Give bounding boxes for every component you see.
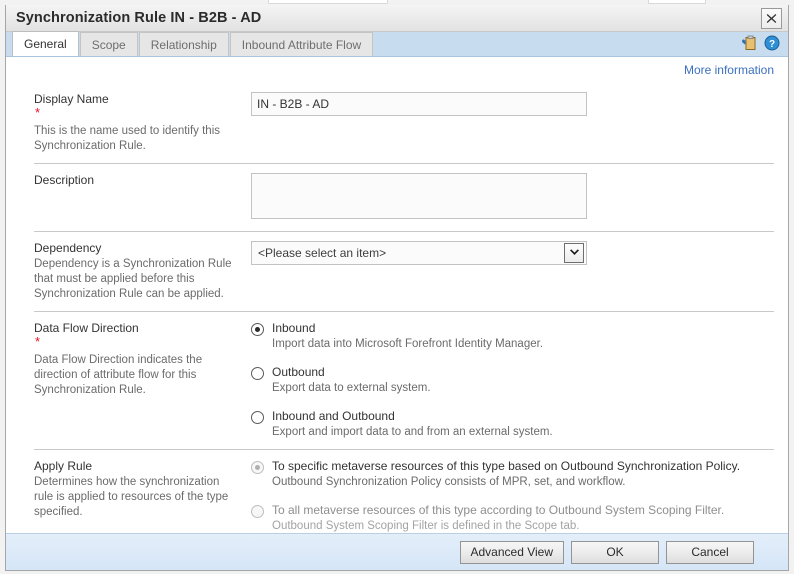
display-name-label-block: Display Name * This is the name used to … [34,92,246,154]
tab-scope[interactable]: Scope [79,32,138,56]
tab-label: General [24,37,67,51]
display-name-description: This is the name used to identify this S… [34,125,221,152]
help-icon[interactable]: ? [764,35,780,51]
tab-bar: General Scope Relationship Inbound Attri… [6,31,788,57]
advanced-view-button[interactable]: Advanced View [459,540,564,564]
radio-label: To all metaverse resources of this type … [272,503,725,517]
synchronization-rule-dialog: Synchronization Rule IN - B2B - AD Gener… [5,5,789,571]
dialog-content: More information Display Name * This is … [6,57,788,533]
more-information-row: More information [6,57,788,83]
tab-inbound-attribute-flow[interactable]: Inbound Attribute Flow [229,32,374,56]
dependency-select[interactable]: <Please select an item> [251,241,587,265]
display-name-required-marker: * [35,105,41,120]
data-flow-direction-label: Data Flow Direction [34,321,139,335]
section-dependency: Dependency Dependency is a Synchronizati… [34,232,774,312]
chevron-down-icon[interactable] [564,243,584,263]
apply-rule-options: To specific metaverse resources of this … [246,459,774,533]
description-input[interactable] [251,173,587,219]
dependency-description: Dependency is a Synchronization Rule tha… [34,258,232,300]
dependency-selected-value: <Please select an item> [258,246,387,260]
display-name-input[interactable] [251,92,587,116]
description-label: Description [34,173,95,187]
section-apply-rule: Apply Rule Determines how the synchroniz… [34,450,774,533]
page-title: Synchronization Rule IN - B2B - AD [16,10,262,26]
dependency-label: Dependency [34,241,102,255]
data-flow-direction-description: Data Flow Direction indicates the direct… [34,354,203,396]
ok-button[interactable]: OK [571,540,659,564]
apply-rule-label-block: Apply Rule Determines how the synchroniz… [34,459,246,533]
tab-relationship[interactable]: Relationship [138,32,229,56]
radio-indicator[interactable] [251,505,264,518]
data-flow-direction-options: Inbound Import data into Microsoft Foref… [246,321,774,440]
close-icon [766,13,777,24]
dependency-field-block: <Please select an item> [246,241,774,302]
tab-label: Relationship [150,37,217,52]
background-element-right [648,0,706,4]
description-field-block [246,173,774,222]
radio-label: To specific metaverse resources of this … [272,459,741,473]
radio-option-specific-metaverse-resources[interactable]: To specific metaverse resources of this … [251,459,774,490]
radio-label: Inbound and Outbound [272,409,395,423]
display-name-field-block [246,92,774,154]
radio-label: Outbound [272,365,325,379]
radio-indicator[interactable] [251,367,264,380]
description-label-block: Description [34,173,246,222]
radio-sublabel: Outbound Synchronization Policy consists… [272,476,626,488]
radio-option-inbound[interactable]: Inbound Import data into Microsoft Foref… [251,321,774,352]
radio-option-all-metaverse-resources[interactable]: To all metaverse resources of this type … [251,503,774,533]
add-clipboard-icon[interactable] [741,35,757,51]
background-element-left [268,0,388,4]
dialog-titlebar: Synchronization Rule IN - B2B - AD [6,5,788,32]
radio-option-outbound[interactable]: Outbound Export data to external system. [251,365,774,396]
apply-rule-description: Determines how the synchronization rule … [34,476,229,518]
radio-sublabel: Outbound System Scoping Filter is define… [272,520,580,532]
tab-bar-actions: ? [741,35,780,51]
data-flow-direction-required-marker: * [35,334,41,349]
cancel-button[interactable]: Cancel [666,540,754,564]
tab-general[interactable]: General [12,31,79,56]
apply-rule-label: Apply Rule [34,459,93,473]
radio-sublabel: Export data to external system. [272,382,431,394]
dependency-label-block: Dependency Dependency is a Synchronizati… [34,241,246,302]
radio-indicator[interactable] [251,323,264,336]
radio-option-inbound-and-outbound[interactable]: Inbound and Outbound Export and import d… [251,409,774,440]
tab-label: Inbound Attribute Flow [241,37,362,52]
more-information-link[interactable]: More information [684,63,774,77]
radio-indicator[interactable] [251,411,264,424]
section-display-name: Display Name * This is the name used to … [34,83,774,164]
svg-text:?: ? [769,39,775,50]
section-description: Description [34,164,774,232]
radio-sublabel: Export and import data to and from an ex… [272,426,553,438]
data-flow-direction-label-block: Data Flow Direction * Data Flow Directio… [34,321,246,440]
close-button[interactable] [761,8,782,29]
dialog-footer: Advanced View OK Cancel [6,533,788,570]
display-name-label: Display Name [34,92,109,106]
radio-label: Inbound [272,321,316,335]
section-data-flow-direction: Data Flow Direction * Data Flow Directio… [34,312,774,450]
radio-indicator[interactable] [251,461,264,474]
tab-label: Scope [91,37,126,52]
radio-sublabel: Import data into Microsoft Forefront Ide… [272,338,544,350]
